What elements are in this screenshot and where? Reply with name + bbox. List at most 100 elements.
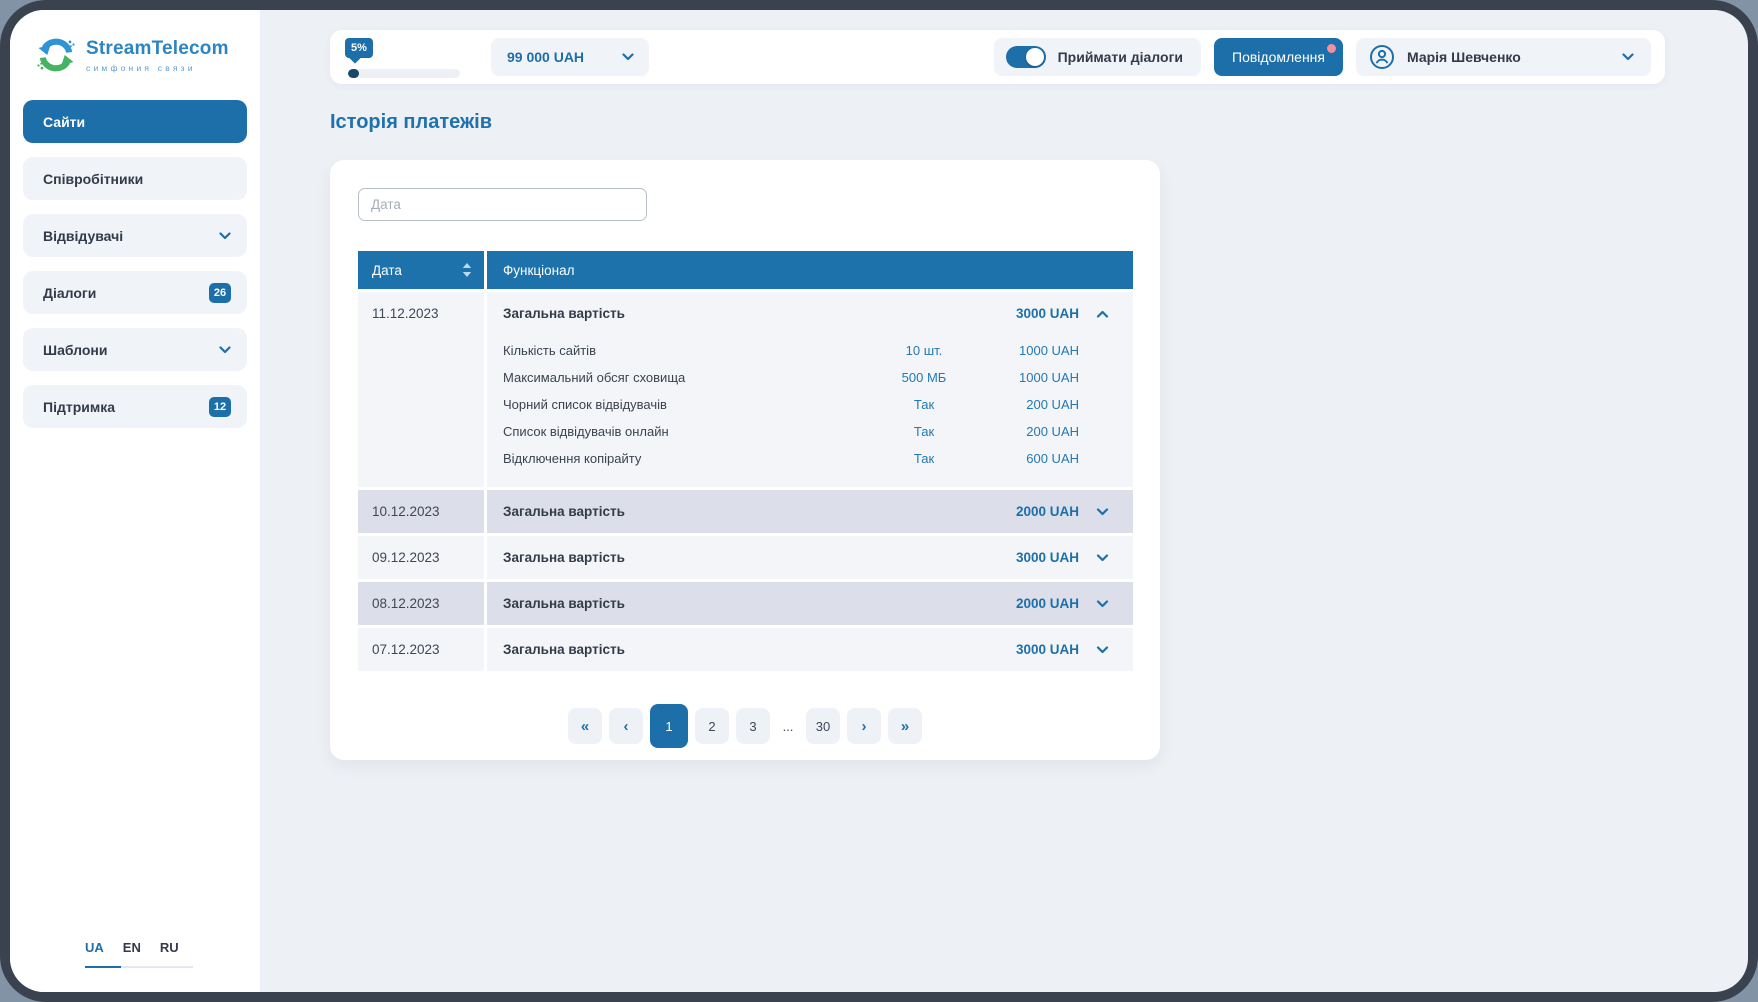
user-menu[interactable]: Марія Шевченко — [1356, 38, 1651, 76]
pagination-first-button[interactable]: « — [568, 708, 602, 744]
support-count-badge: 12 — [209, 397, 231, 417]
detail-name: Чорний список відвідувачів — [503, 397, 869, 412]
chevron-down-icon[interactable] — [1079, 554, 1125, 562]
total-amount: 3000 UAH — [979, 642, 1079, 657]
total-amount: 2000 UAH — [979, 504, 1079, 519]
total-amount: 2000 UAH — [979, 596, 1079, 611]
pagination-prev-button[interactable]: ‹ — [609, 708, 643, 744]
language-underline — [85, 966, 193, 968]
detail-value: 500 МБ — [869, 370, 979, 385]
user-name: Марія Шевченко — [1407, 49, 1610, 65]
table-header: Дата Функціонал — [358, 251, 1133, 289]
detail-price: 600 UAH — [979, 451, 1079, 466]
pagination: « ‹ 1 2 3 ... 30 › » — [358, 704, 1132, 748]
notification-dot — [1327, 44, 1336, 53]
total-label: Загальна вартість — [503, 306, 979, 321]
lang-ru[interactable]: RU — [160, 940, 179, 955]
total-label: Загальна вартість — [503, 504, 979, 519]
accept-dialogs-toggle[interactable] — [1006, 46, 1046, 68]
column-header-functional: Функціонал — [487, 251, 1133, 289]
user-avatar-icon — [1369, 44, 1395, 70]
detail-price: 200 UAH — [979, 397, 1079, 412]
row-expand-toggle[interactable]: Загальна вартість 2000 UAH — [487, 582, 1133, 625]
dialogs-count-badge: 26 — [209, 283, 231, 303]
sidebar-nav: Сайти Співробітники Відвідувачі Діалоги … — [23, 100, 247, 428]
sidebar-item-employees[interactable]: Співробітники — [23, 157, 247, 200]
detail-line: Відключення копірайту Так 600 UAH — [503, 445, 1125, 472]
detail-price: 1000 UAH — [979, 370, 1079, 385]
table-row: 07.12.2023 Загальна вартість 3000 UAH — [358, 628, 1133, 671]
detail-name: Відключення копірайту — [503, 451, 869, 466]
row-expand-toggle[interactable]: Загальна вартість 2000 UAH — [487, 490, 1133, 533]
row-expand-toggle[interactable]: Загальна вартість 3000 UAH — [487, 628, 1133, 671]
row-expand-toggle[interactable]: Загальна вартість 3000 UAH — [487, 292, 1133, 335]
payments-card: Дата Функціонал 11.12.2023 Загальна ва — [330, 160, 1160, 760]
chevron-down-icon — [219, 232, 231, 240]
chevron-down-icon — [219, 346, 231, 354]
sidebar-item-dialogs[interactable]: Діалоги 26 — [23, 271, 247, 314]
table-row: 09.12.2023 Загальна вартість 3000 UAH — [358, 536, 1133, 579]
total-label: Загальна вартість — [503, 596, 979, 611]
total-amount: 3000 UAH — [979, 550, 1079, 565]
pagination-page-2[interactable]: 2 — [695, 708, 729, 744]
column-header-date[interactable]: Дата — [358, 251, 484, 289]
column-label: Функціонал — [503, 263, 574, 278]
notifications-label: Повідомлення — [1232, 49, 1325, 65]
sidebar-item-label: Підтримка — [43, 399, 115, 415]
brand-tagline: симфония связи — [86, 63, 229, 73]
payments-table: Дата Функціонал 11.12.2023 Загальна ва — [358, 251, 1133, 671]
pagination-page-3[interactable]: 3 — [736, 708, 770, 744]
chevron-down-icon[interactable] — [1079, 600, 1125, 608]
lang-ua[interactable]: UA — [85, 940, 104, 955]
detail-value: Так — [869, 397, 979, 412]
chevron-up-icon[interactable] — [1079, 310, 1125, 318]
brand-name: StreamTelecom — [86, 38, 229, 60]
detail-value: Так — [869, 451, 979, 466]
row-date: 09.12.2023 — [358, 536, 484, 579]
lang-en[interactable]: EN — [123, 940, 141, 955]
sidebar: StreamTelecom симфония связи Сайти Співр… — [10, 10, 260, 992]
sidebar-item-label: Співробітники — [43, 171, 143, 187]
pagination-next-button[interactable]: › — [847, 708, 881, 744]
language-switcher: UA EN RU — [23, 940, 247, 968]
detail-name: Кількість сайтів — [503, 343, 869, 358]
chevron-down-icon — [1622, 53, 1634, 61]
total-label: Загальна вартість — [503, 550, 979, 565]
notifications-button[interactable]: Повідомлення — [1214, 38, 1343, 76]
pagination-last-button[interactable]: » — [888, 708, 922, 744]
total-label: Загальна вартість — [503, 642, 979, 657]
chevron-down-icon[interactable] — [1079, 646, 1125, 654]
detail-line: Максимальний обсяг сховища 500 МБ 1000 U… — [503, 364, 1125, 391]
chevron-down-icon — [622, 53, 634, 61]
row-date: 08.12.2023 — [358, 582, 484, 625]
pagination-page-30[interactable]: 30 — [806, 708, 840, 744]
sidebar-item-sites[interactable]: Сайти — [23, 100, 247, 143]
page-title: Історія платежів — [330, 111, 1665, 134]
detail-name: Максимальний обсяг сховища — [503, 370, 869, 385]
table-row: 08.12.2023 Загальна вартість 2000 UAH — [358, 582, 1133, 625]
detail-value: Так — [869, 424, 979, 439]
chevron-down-icon[interactable] — [1079, 508, 1125, 516]
balance-dropdown[interactable]: 99 000 UAH — [491, 38, 649, 76]
detail-line: Список відвідувачів онлайн Так 200 UAH — [503, 418, 1125, 445]
sidebar-item-support[interactable]: Підтримка 12 — [23, 385, 247, 428]
pagination-page-1[interactable]: 1 — [650, 704, 688, 748]
streamtelecom-logo-icon — [35, 34, 77, 76]
detail-name: Список відвідувачів онлайн — [503, 424, 869, 439]
detail-line: Кількість сайтів 10 шт. 1000 UAH — [503, 337, 1125, 364]
sort-icon[interactable] — [462, 263, 472, 277]
sidebar-item-label: Шаблони — [43, 342, 107, 358]
detail-value: 10 шт. — [869, 343, 979, 358]
table-row: 10.12.2023 Загальна вартість 2000 UAH — [358, 490, 1133, 533]
usage-percent-badge: 5% — [345, 38, 373, 58]
sidebar-item-visitors[interactable]: Відвідувачі — [23, 214, 247, 257]
sidebar-item-label: Відвідувачі — [43, 228, 123, 244]
balance-amount: 99 000 UAH — [507, 49, 584, 65]
accept-dialogs-group: Приймати діалоги — [994, 38, 1201, 76]
sidebar-item-label: Сайти — [43, 114, 85, 130]
date-filter-input[interactable] — [358, 188, 647, 221]
total-amount: 3000 UAH — [979, 306, 1079, 321]
row-expand-toggle[interactable]: Загальна вартість 3000 UAH — [487, 536, 1133, 579]
brand-logo: StreamTelecom симфония связи — [23, 34, 247, 76]
sidebar-item-templates[interactable]: Шаблони — [23, 328, 247, 371]
